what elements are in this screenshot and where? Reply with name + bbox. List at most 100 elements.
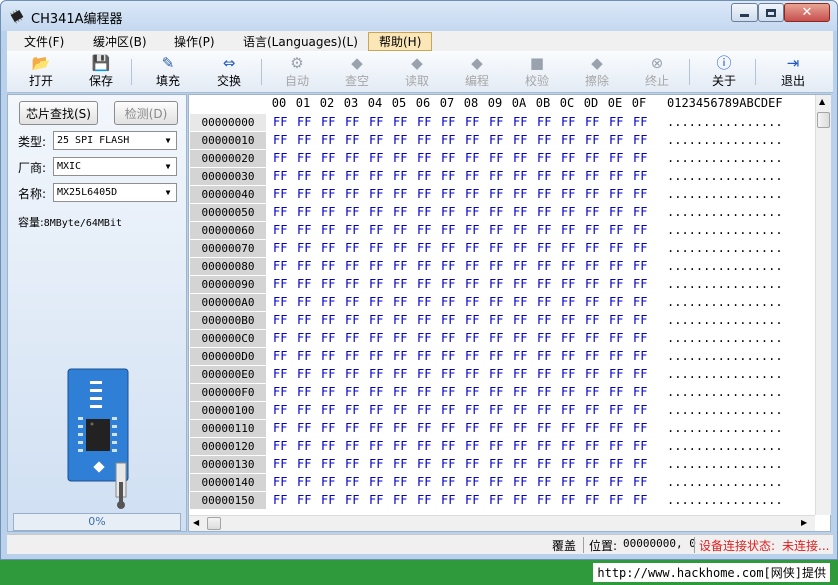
hex-byte-cell[interactable]: FF	[609, 258, 623, 275]
hex-byte-cell[interactable]: FF	[561, 150, 575, 167]
hex-byte-cell[interactable]: FF	[417, 150, 431, 167]
hex-byte-cell[interactable]: FF	[537, 312, 551, 329]
hex-byte-cell[interactable]: FF	[393, 420, 407, 437]
hex-byte-cell[interactable]: FF	[369, 240, 383, 257]
hex-byte-cell[interactable]: FF	[585, 420, 599, 437]
hex-byte-cell[interactable]: FF	[489, 132, 503, 149]
hex-byte-cell[interactable]: FF	[585, 204, 599, 221]
hex-byte-cell[interactable]: FF	[513, 222, 527, 239]
hex-byte-cell[interactable]: FF	[609, 186, 623, 203]
hex-byte-cell[interactable]: FF	[465, 150, 479, 167]
hex-byte-cell[interactable]: FF	[393, 474, 407, 491]
ascii-row[interactable]: ................	[667, 168, 783, 185]
hex-byte-cell[interactable]: FF	[441, 132, 455, 149]
hex-byte-cell[interactable]: FF	[345, 204, 359, 221]
hex-byte-cell[interactable]: FF	[633, 312, 647, 329]
hex-byte-cell[interactable]: FF	[609, 168, 623, 185]
hex-byte-cell[interactable]: FF	[537, 258, 551, 275]
hex-byte-cell[interactable]: FF	[297, 186, 311, 203]
hex-byte-cell[interactable]: FF	[345, 420, 359, 437]
hex-byte-cell[interactable]: FF	[513, 240, 527, 257]
hex-byte-cell[interactable]: FF	[273, 384, 287, 401]
hex-byte-cell[interactable]: FF	[273, 474, 287, 491]
hex-byte-cell[interactable]: FF	[633, 204, 647, 221]
hex-byte-cell[interactable]: FF	[633, 438, 647, 455]
ascii-row[interactable]: ................	[667, 132, 783, 149]
hex-byte-cell[interactable]: FF	[369, 330, 383, 347]
hex-byte-cell[interactable]: FF	[297, 438, 311, 455]
hex-byte-cell[interactable]: FF	[465, 276, 479, 293]
hex-byte-cell[interactable]: FF	[441, 114, 455, 131]
hex-byte-cell[interactable]: FF	[393, 348, 407, 365]
hex-byte-cell[interactable]: FF	[441, 348, 455, 365]
hex-byte-cell[interactable]: FF	[537, 438, 551, 455]
hex-byte-cell[interactable]: FF	[609, 276, 623, 293]
hex-byte-cell[interactable]: FF	[297, 402, 311, 419]
hex-byte-cell[interactable]: FF	[633, 114, 647, 131]
ascii-row[interactable]: ................	[667, 402, 783, 419]
hex-byte-cell[interactable]: FF	[321, 240, 335, 257]
hex-byte-cell[interactable]: FF	[369, 150, 383, 167]
hex-byte-cell[interactable]: FF	[369, 474, 383, 491]
hex-byte-cell[interactable]: FF	[369, 492, 383, 509]
about-button[interactable]: ⓘ 关于	[704, 53, 744, 91]
hex-byte-cell[interactable]: FF	[345, 492, 359, 509]
hex-byte-cell[interactable]: FF	[321, 366, 335, 383]
horizontal-scrollbar[interactable]: ◀ ▶	[189, 515, 815, 531]
hex-byte-cell[interactable]: FF	[465, 258, 479, 275]
hex-byte-cell[interactable]: FF	[369, 222, 383, 239]
vendor-select[interactable]: MXIC ▼	[53, 157, 177, 176]
hex-byte-cell[interactable]: FF	[609, 150, 623, 167]
hex-byte-cell[interactable]: FF	[393, 204, 407, 221]
hex-byte-cell[interactable]: FF	[417, 204, 431, 221]
hex-byte-cell[interactable]: FF	[417, 402, 431, 419]
hex-byte-cell[interactable]: FF	[441, 456, 455, 473]
hex-byte-cell[interactable]: FF	[273, 168, 287, 185]
hex-byte-cell[interactable]: FF	[345, 312, 359, 329]
hex-byte-cell[interactable]: FF	[489, 204, 503, 221]
hex-byte-cell[interactable]: FF	[273, 114, 287, 131]
hex-byte-cell[interactable]: FF	[585, 330, 599, 347]
hex-byte-cell[interactable]: FF	[489, 420, 503, 437]
hex-byte-cell[interactable]: FF	[489, 168, 503, 185]
hex-editor[interactable]: 00 01 02 03 04 05 06 07 08 09 0A 0B 0C 0D 0E 0F 0123456…	[188, 94, 831, 532]
hex-byte-cell[interactable]: FF	[465, 456, 479, 473]
hex-byte-cell[interactable]: FF	[513, 204, 527, 221]
hex-byte-cell[interactable]: FF	[585, 168, 599, 185]
hex-byte-cell[interactable]: FF	[513, 384, 527, 401]
ascii-row[interactable]: ................	[667, 420, 783, 437]
hex-byte-cell[interactable]: FF	[585, 240, 599, 257]
hex-byte-cell[interactable]: FF	[465, 330, 479, 347]
hex-byte-cell[interactable]: FF	[585, 114, 599, 131]
ascii-row[interactable]: ................	[667, 366, 783, 383]
hex-byte-cell[interactable]: FF	[321, 222, 335, 239]
hex-byte-cell[interactable]: FF	[393, 492, 407, 509]
hex-byte-cell[interactable]: FF	[489, 330, 503, 347]
ascii-row[interactable]: ................	[667, 384, 783, 401]
hex-byte-cell[interactable]: FF	[513, 492, 527, 509]
hex-byte-cell[interactable]: FF	[345, 168, 359, 185]
menu-file[interactable]: 文件(F)	[24, 33, 64, 50]
ascii-row[interactable]: ................	[667, 204, 783, 221]
hex-byte-cell[interactable]: FF	[489, 114, 503, 131]
hex-byte-cell[interactable]: FF	[561, 402, 575, 419]
hex-byte-cell[interactable]: FF	[465, 132, 479, 149]
hex-byte-cell[interactable]: FF	[273, 258, 287, 275]
hex-byte-cell[interactable]: FF	[273, 204, 287, 221]
hex-byte-cell[interactable]: FF	[513, 114, 527, 131]
hex-byte-cell[interactable]: FF	[489, 150, 503, 167]
hex-byte-cell[interactable]: FF	[561, 276, 575, 293]
hex-byte-cell[interactable]: FF	[297, 474, 311, 491]
hex-byte-cell[interactable]: FF	[273, 132, 287, 149]
hex-byte-cell[interactable]: FF	[489, 402, 503, 419]
hex-byte-cell[interactable]: FF	[489, 366, 503, 383]
hex-byte-cell[interactable]: FF	[561, 438, 575, 455]
hex-byte-cell[interactable]: FF	[417, 366, 431, 383]
ascii-row[interactable]: ................	[667, 312, 783, 329]
menu-help[interactable]: 帮助(H)	[368, 32, 433, 51]
hex-byte-cell[interactable]: FF	[345, 366, 359, 383]
verify-button[interactable]: ■ 校验	[517, 53, 557, 91]
hex-byte-cell[interactable]: FF	[345, 150, 359, 167]
hex-byte-cell[interactable]: FF	[561, 186, 575, 203]
hex-byte-cell[interactable]: FF	[561, 366, 575, 383]
